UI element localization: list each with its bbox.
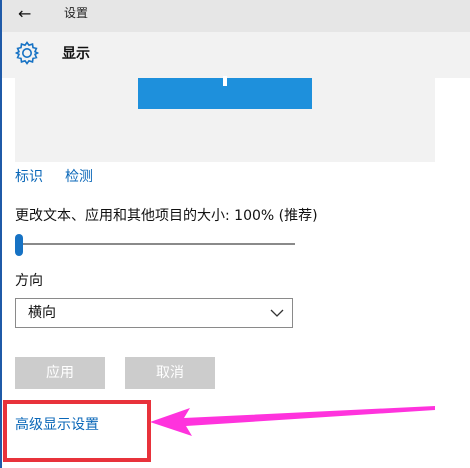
monitor-preview[interactable]	[138, 76, 312, 109]
orientation-label: 方向	[15, 273, 43, 289]
page-title: 显示	[62, 46, 90, 62]
page-header: 显示	[2, 32, 470, 78]
orientation-dropdown[interactable]: 横向	[15, 298, 293, 328]
apply-button[interactable]: 应用	[15, 357, 105, 389]
monitor-number-mark	[223, 76, 227, 86]
detect-link[interactable]: 检测	[65, 168, 93, 186]
orientation-selected-value: 横向	[28, 305, 56, 321]
pointer-arrow-icon	[150, 406, 435, 436]
cancel-button[interactable]: 取消	[125, 357, 215, 389]
identify-link[interactable]: 标识	[15, 168, 43, 186]
back-arrow-icon[interactable]: ←	[18, 5, 31, 23]
window-title: 设置	[64, 6, 89, 20]
scale-label: 更改文本、应用和其他项目的大小: 100% (推荐)	[15, 208, 318, 224]
scale-slider-track[interactable]	[15, 243, 295, 245]
display-preview-area	[15, 76, 435, 162]
advanced-display-settings-link[interactable]: 高级显示设置	[15, 415, 99, 435]
chevron-down-icon	[270, 309, 284, 317]
gear-icon	[14, 41, 40, 65]
scale-slider-thumb[interactable]	[15, 234, 23, 256]
title-bar: ← 设置	[2, 0, 470, 32]
